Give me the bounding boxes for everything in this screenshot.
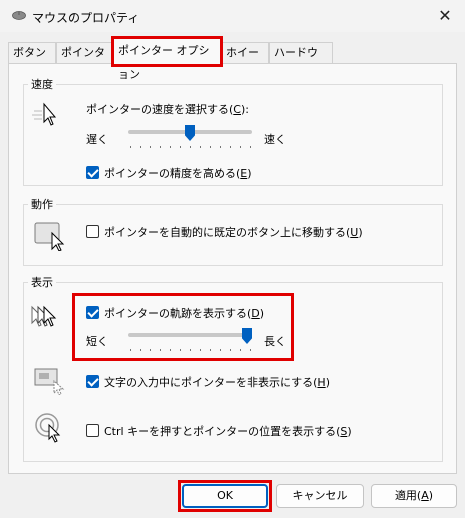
hide-while-typing-icon (34, 368, 65, 395)
speed-slider-thumb[interactable] (185, 125, 195, 141)
trails-long-label: 長く (264, 335, 286, 348)
trails-slider-track[interactable] (128, 333, 252, 337)
ok-button[interactable]: OK (182, 484, 268, 508)
snap-checkbox[interactable] (86, 225, 99, 238)
trails-slider-thumb[interactable] (242, 328, 252, 344)
trails-short-label: 短く (86, 335, 108, 348)
tab-buttons[interactable]: ボタン (8, 42, 56, 64)
tab-strip: ボタン ポインター ポインター オプション ホイール ハードウェア (8, 36, 456, 81)
visibility-group: 表示 ポインターの軌跡を表示する(D) 短く 長く 文字の入力中にポインターを非… (23, 274, 443, 462)
speed-fast-label: 速く (264, 133, 286, 146)
tab-hardware[interactable]: ハードウェア (269, 42, 333, 79)
tab-wheel[interactable]: ホイール (221, 42, 269, 79)
close-button[interactable]: ✕ (430, 4, 460, 28)
ctrl-location-checkbox[interactable] (86, 424, 99, 437)
tab-pointer-options[interactable]: ポインター オプション (111, 36, 223, 81)
pointer-trails-icon (31, 305, 57, 327)
tab-panel: 速度 ポインターの速度を選択する(C): 遅く 速く ポインターの精度を高める(… (8, 63, 457, 474)
precision-checkbox[interactable] (86, 166, 99, 179)
apply-button[interactable]: 適用(A) (371, 484, 457, 508)
hide-while-typing-label: 文字の入力中にポインターを非表示にする(H) (104, 376, 330, 389)
pointer-speed-icon (32, 102, 57, 126)
speed-slider-ticks (130, 146, 251, 148)
title-bar: マウスのプロパティ ✕ (0, 0, 465, 32)
speed-label: ポインターの速度を選択する(C): (86, 103, 249, 116)
precision-label: ポインターの精度を高める(E) (104, 167, 252, 180)
show-location-icon (35, 413, 61, 443)
motion-group: 動作 ポインターを自動的に既定のボタン上に移動する(U) (23, 196, 443, 266)
speed-slow-label: 遅く (86, 133, 108, 146)
motion-group-title: 動作 (28, 196, 56, 212)
cancel-button[interactable]: キャンセル (276, 484, 364, 508)
tab-pointers[interactable]: ポインター (56, 42, 114, 79)
trails-checkbox[interactable] (86, 306, 99, 319)
window-title: マウスのプロパティ (32, 11, 140, 25)
mouse-icon (12, 11, 26, 20)
ctrl-location-label: Ctrl キーを押すとポインターの位置を表示する(S) (104, 425, 352, 438)
speed-group-title: 速度 (28, 76, 56, 92)
trails-label: ポインターの軌跡を表示する(D) (104, 307, 265, 320)
speed-group: 速度 ポインターの速度を選択する(C): 遅く 速く ポインターの精度を高める(… (23, 76, 443, 186)
visibility-group-title: 表示 (28, 274, 56, 290)
snap-to-button-icon (34, 222, 65, 251)
snap-label: ポインターを自動的に既定のボタン上に移動する(U) (104, 226, 363, 239)
hide-while-typing-checkbox[interactable] (86, 375, 99, 388)
trails-slider-ticks (130, 349, 251, 351)
